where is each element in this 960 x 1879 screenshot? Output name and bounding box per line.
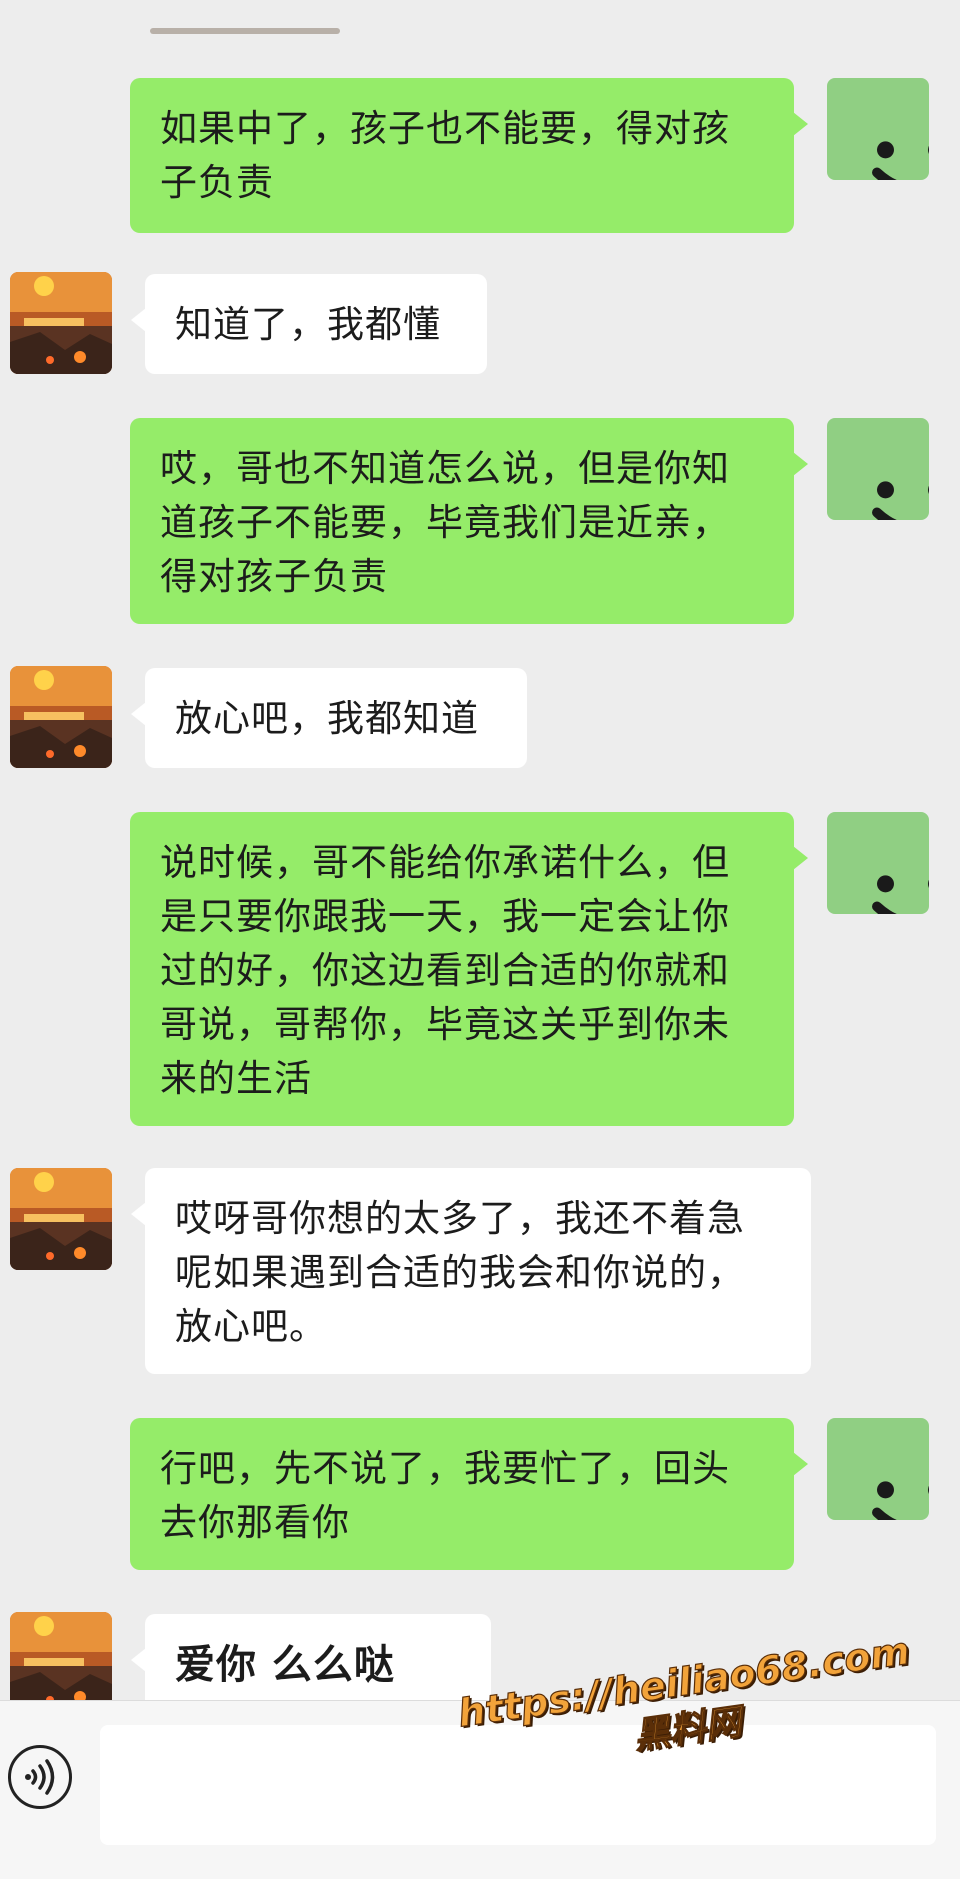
message-line: 说时候，哥不能给你承诺什么，但 [160, 841, 730, 884]
message-line: 子负责 [160, 161, 274, 204]
message-line: 来的生活 [160, 1057, 312, 1100]
message-line: 得对孩子负责 [160, 555, 388, 598]
message-line: 过的好，你这边看到合适的你就和 [160, 949, 730, 992]
message-bubble-incoming[interactable]: 知道了，我都懂 [131, 274, 487, 374]
smile-face-icon [872, 1481, 929, 1520]
smile-face-icon [872, 875, 929, 914]
self-avatar[interactable] [827, 812, 929, 914]
message-line: 是只要你跟我一天，我一定会让你 [160, 895, 730, 938]
message-line: 哎，哥也不知道怎么说，但是你知 [160, 447, 730, 490]
sunset-photo-avatar [10, 1612, 112, 1700]
message-line: 如果中了，孩子也不能要，得对孩 [160, 107, 730, 150]
self-avatar[interactable] [827, 418, 929, 520]
sunset-photo-avatar [10, 1168, 112, 1270]
chat-message-list[interactable]: 如果中了，孩子也不能要，得对孩 子负责 知道了，我都懂 哎，哥也不知道怎么说，但… [0, 0, 960, 1700]
contact-avatar[interactable] [10, 1612, 112, 1700]
voice-input-button[interactable] [8, 1745, 72, 1809]
message-line: 爱你 么么哒 [175, 1642, 395, 1688]
self-avatar[interactable] [827, 1418, 929, 1520]
message-line: 呢如果遇到合适的我会和你说的， [175, 1251, 745, 1294]
message-bubble-outgoing[interactable]: 哎，哥也不知道怎么说，但是你知 道孩子不能要，毕竟我们是近亲， 得对孩子负责 [130, 418, 808, 624]
message-line: 行吧，先不说了，我要忙了，回头 [160, 1447, 730, 1490]
contact-avatar[interactable] [10, 1168, 112, 1270]
message-bubble-incoming[interactable]: 哎呀哥你想的太多了，我还不着急 呢如果遇到合适的我会和你说的， 放心吧。 [131, 1168, 811, 1374]
message-line: 放心吧，我都知道 [175, 697, 479, 740]
message-line: 去你那看你 [160, 1501, 350, 1544]
message-line: 知道了，我都懂 [175, 303, 441, 346]
message-line: 放心吧。 [175, 1305, 327, 1348]
message-line: 哥说，哥帮你，毕竟这关乎到你未 [160, 1003, 730, 1046]
self-avatar[interactable] [827, 78, 929, 180]
message-line: 哎呀哥你想的太多了，我还不着急 [175, 1197, 745, 1240]
message-bubble-incoming[interactable]: 爱你 么么哒 [131, 1614, 491, 1700]
contact-avatar[interactable] [10, 272, 112, 374]
smile-face-icon [872, 141, 929, 180]
contact-avatar[interactable] [10, 666, 112, 768]
sunset-photo-avatar [10, 666, 112, 768]
message-bubble-outgoing[interactable]: 说时候，哥不能给你承诺什么，但 是只要你跟我一天，我一定会让你 过的好，你这边看… [130, 812, 808, 1126]
sunset-photo-avatar [10, 272, 112, 374]
message-bubble-outgoing[interactable]: 如果中了，孩子也不能要，得对孩 子负责 [130, 78, 808, 233]
smile-face-icon [872, 481, 929, 520]
message-line: 道孩子不能要，毕竟我们是近亲， [160, 501, 730, 544]
message-bubble-incoming[interactable]: 放心吧，我都知道 [131, 668, 527, 768]
message-bubble-outgoing[interactable]: 行吧，先不说了，我要忙了，回头 去你那看你 [130, 1418, 808, 1570]
voice-input-icon [25, 1759, 55, 1795]
